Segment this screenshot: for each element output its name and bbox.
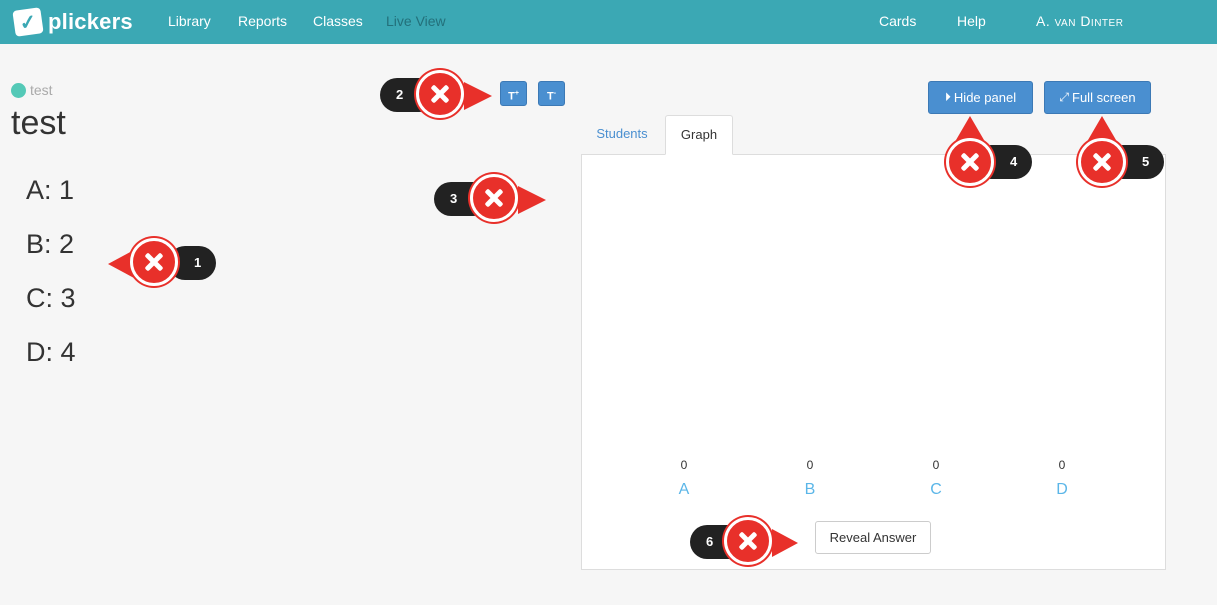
decrease-font-label: T bbox=[546, 90, 554, 103]
brand-name: plickers bbox=[48, 9, 133, 34]
reveal-answer-button[interactable]: Reveal Answer bbox=[815, 521, 931, 554]
callout-pointer bbox=[464, 82, 492, 110]
nav-user-menu[interactable]: A. van Dinter bbox=[1036, 0, 1123, 44]
nav-help[interactable]: Help bbox=[957, 0, 986, 44]
answer-item: D: 4 bbox=[26, 337, 76, 367]
bar-count-b: 0 bbox=[806, 458, 814, 472]
close-icon bbox=[946, 138, 994, 186]
bar-label-b: B bbox=[804, 481, 816, 498]
answer-item: C: 3 bbox=[26, 283, 76, 313]
nav-classes[interactable]: Classes bbox=[313, 0, 363, 44]
question-title: test bbox=[11, 104, 66, 142]
plickers-logo-icon: ✓ bbox=[12, 7, 44, 37]
nav-live-view[interactable]: Live View bbox=[386, 0, 446, 44]
bar-label-c: C bbox=[930, 481, 942, 498]
hide-panel-label: Hide panel bbox=[953, 90, 1017, 105]
hide-panel-button[interactable]: ⏵ Hide panel bbox=[928, 81, 1033, 114]
callout-pointer bbox=[956, 116, 984, 140]
answer-item: A: 1 bbox=[26, 175, 75, 205]
nav-library[interactable]: Library bbox=[168, 0, 211, 44]
bar-count-a: 0 bbox=[680, 458, 688, 472]
callout-pointer bbox=[518, 186, 546, 214]
answer-item: B: 2 bbox=[26, 229, 75, 259]
bar-count-d: 0 bbox=[1058, 458, 1066, 472]
brand[interactable]: ✓ plickers bbox=[12, 7, 133, 37]
increase-font-label: T bbox=[508, 90, 515, 103]
increase-font-button[interactable]: T+ bbox=[500, 81, 527, 106]
question-status: test bbox=[11, 82, 53, 98]
close-icon bbox=[724, 517, 772, 565]
bar-label-a: A bbox=[678, 481, 690, 498]
graph-panel bbox=[581, 154, 1166, 570]
answer-list: A: 1 B: 2 C: 3 D: 4 bbox=[26, 172, 76, 388]
tab-students[interactable]: Students bbox=[583, 115, 661, 155]
close-icon bbox=[470, 174, 518, 222]
tab-graph[interactable]: Graph bbox=[665, 115, 733, 155]
full-screen-label: Full screen bbox=[1072, 90, 1136, 105]
decrease-font-button[interactable]: T- bbox=[538, 81, 565, 106]
callout-pointer bbox=[772, 529, 798, 557]
bar-count-c: 0 bbox=[932, 458, 940, 472]
close-icon bbox=[1078, 138, 1126, 186]
panel-play-icon: ⏵ bbox=[944, 90, 951, 104]
expand-icon: ⤢ bbox=[1059, 90, 1070, 104]
callout-pointer bbox=[1088, 116, 1116, 140]
bar-label-d: D bbox=[1056, 481, 1068, 498]
status-dot-icon bbox=[11, 82, 26, 98]
close-icon bbox=[416, 70, 464, 118]
full-screen-button[interactable]: ⤢ Full screen bbox=[1044, 81, 1151, 114]
close-icon bbox=[130, 238, 178, 286]
question-status-label: test bbox=[30, 82, 53, 98]
nav-reports[interactable]: Reports bbox=[238, 0, 287, 44]
nav-cards[interactable]: Cards bbox=[879, 0, 916, 44]
